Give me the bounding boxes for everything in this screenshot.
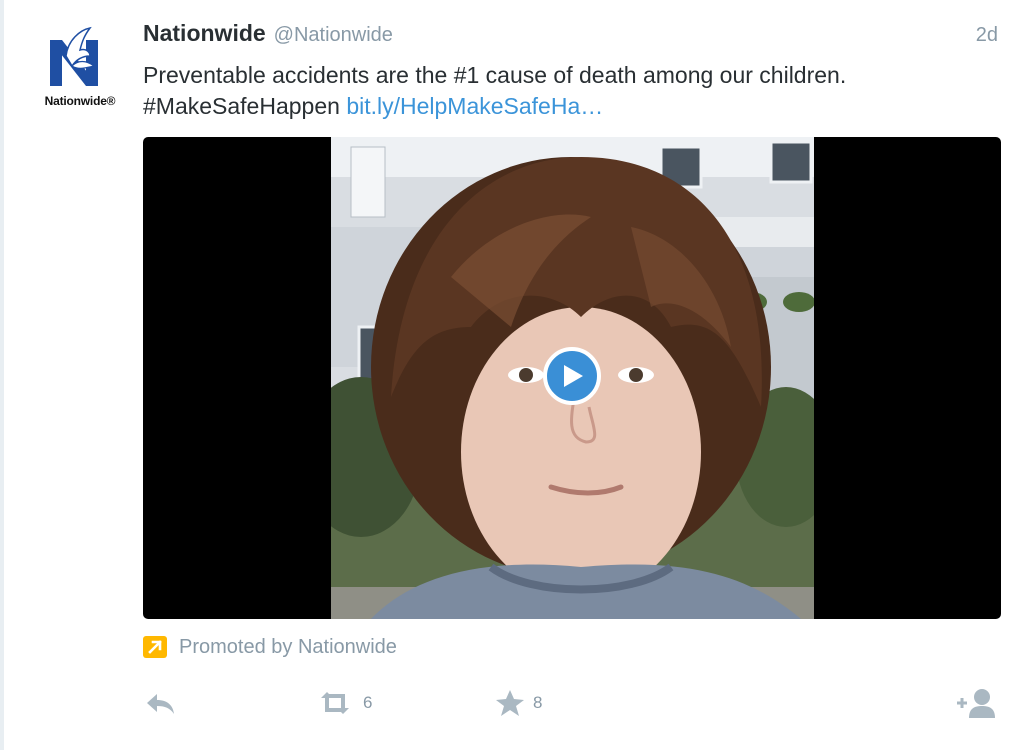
reply-icon <box>147 694 174 714</box>
play-button[interactable] <box>543 347 601 405</box>
favorite-button[interactable]: 8 <box>495 686 542 720</box>
nationwide-logo-icon <box>50 26 98 86</box>
tweet-card[interactable]: Nationwide® Nationwide @Nationwide 2d Pr… <box>0 0 1024 750</box>
retweet-icon <box>321 692 349 714</box>
promoted-label[interactable]: Promoted by Nationwide <box>143 634 397 660</box>
play-icon <box>564 365 583 387</box>
retweet-button[interactable]: 6 <box>315 686 372 720</box>
video-player[interactable] <box>143 137 1001 619</box>
tweet-link[interactable]: bit.ly/HelpMakeSafeHa… <box>346 93 603 119</box>
follow-icon <box>957 689 995 718</box>
star-icon <box>496 690 524 716</box>
promoted-text: Promoted by Nationwide <box>179 635 397 658</box>
user-handle[interactable]: @Nationwide <box>274 24 393 47</box>
tweet-actions: 6 8 <box>143 686 1003 722</box>
promoted-arrow-icon <box>143 636 167 658</box>
retweet-count: 6 <box>363 693 373 712</box>
tweet-text: Preventable accidents are the #1 cause o… <box>143 60 1003 122</box>
reply-button[interactable] <box>143 686 177 720</box>
tweet-text-line-2: #MakeSafeHappen bit.ly/HelpMakeSafeHa… <box>143 91 1003 122</box>
avatar[interactable]: Nationwide® <box>32 26 128 122</box>
avatar-label: Nationwide® <box>44 94 116 108</box>
timestamp[interactable]: 2d <box>976 24 998 47</box>
display-name[interactable]: Nationwide <box>143 20 266 47</box>
favorite-count: 8 <box>533 693 543 712</box>
follow-button[interactable] <box>953 686 999 720</box>
tweet-text-line: Preventable accidents are the #1 cause o… <box>143 62 847 88</box>
tweet-header: Nationwide @Nationwide <box>143 20 393 50</box>
hashtag[interactable]: #MakeSafeHappen <box>143 93 340 119</box>
